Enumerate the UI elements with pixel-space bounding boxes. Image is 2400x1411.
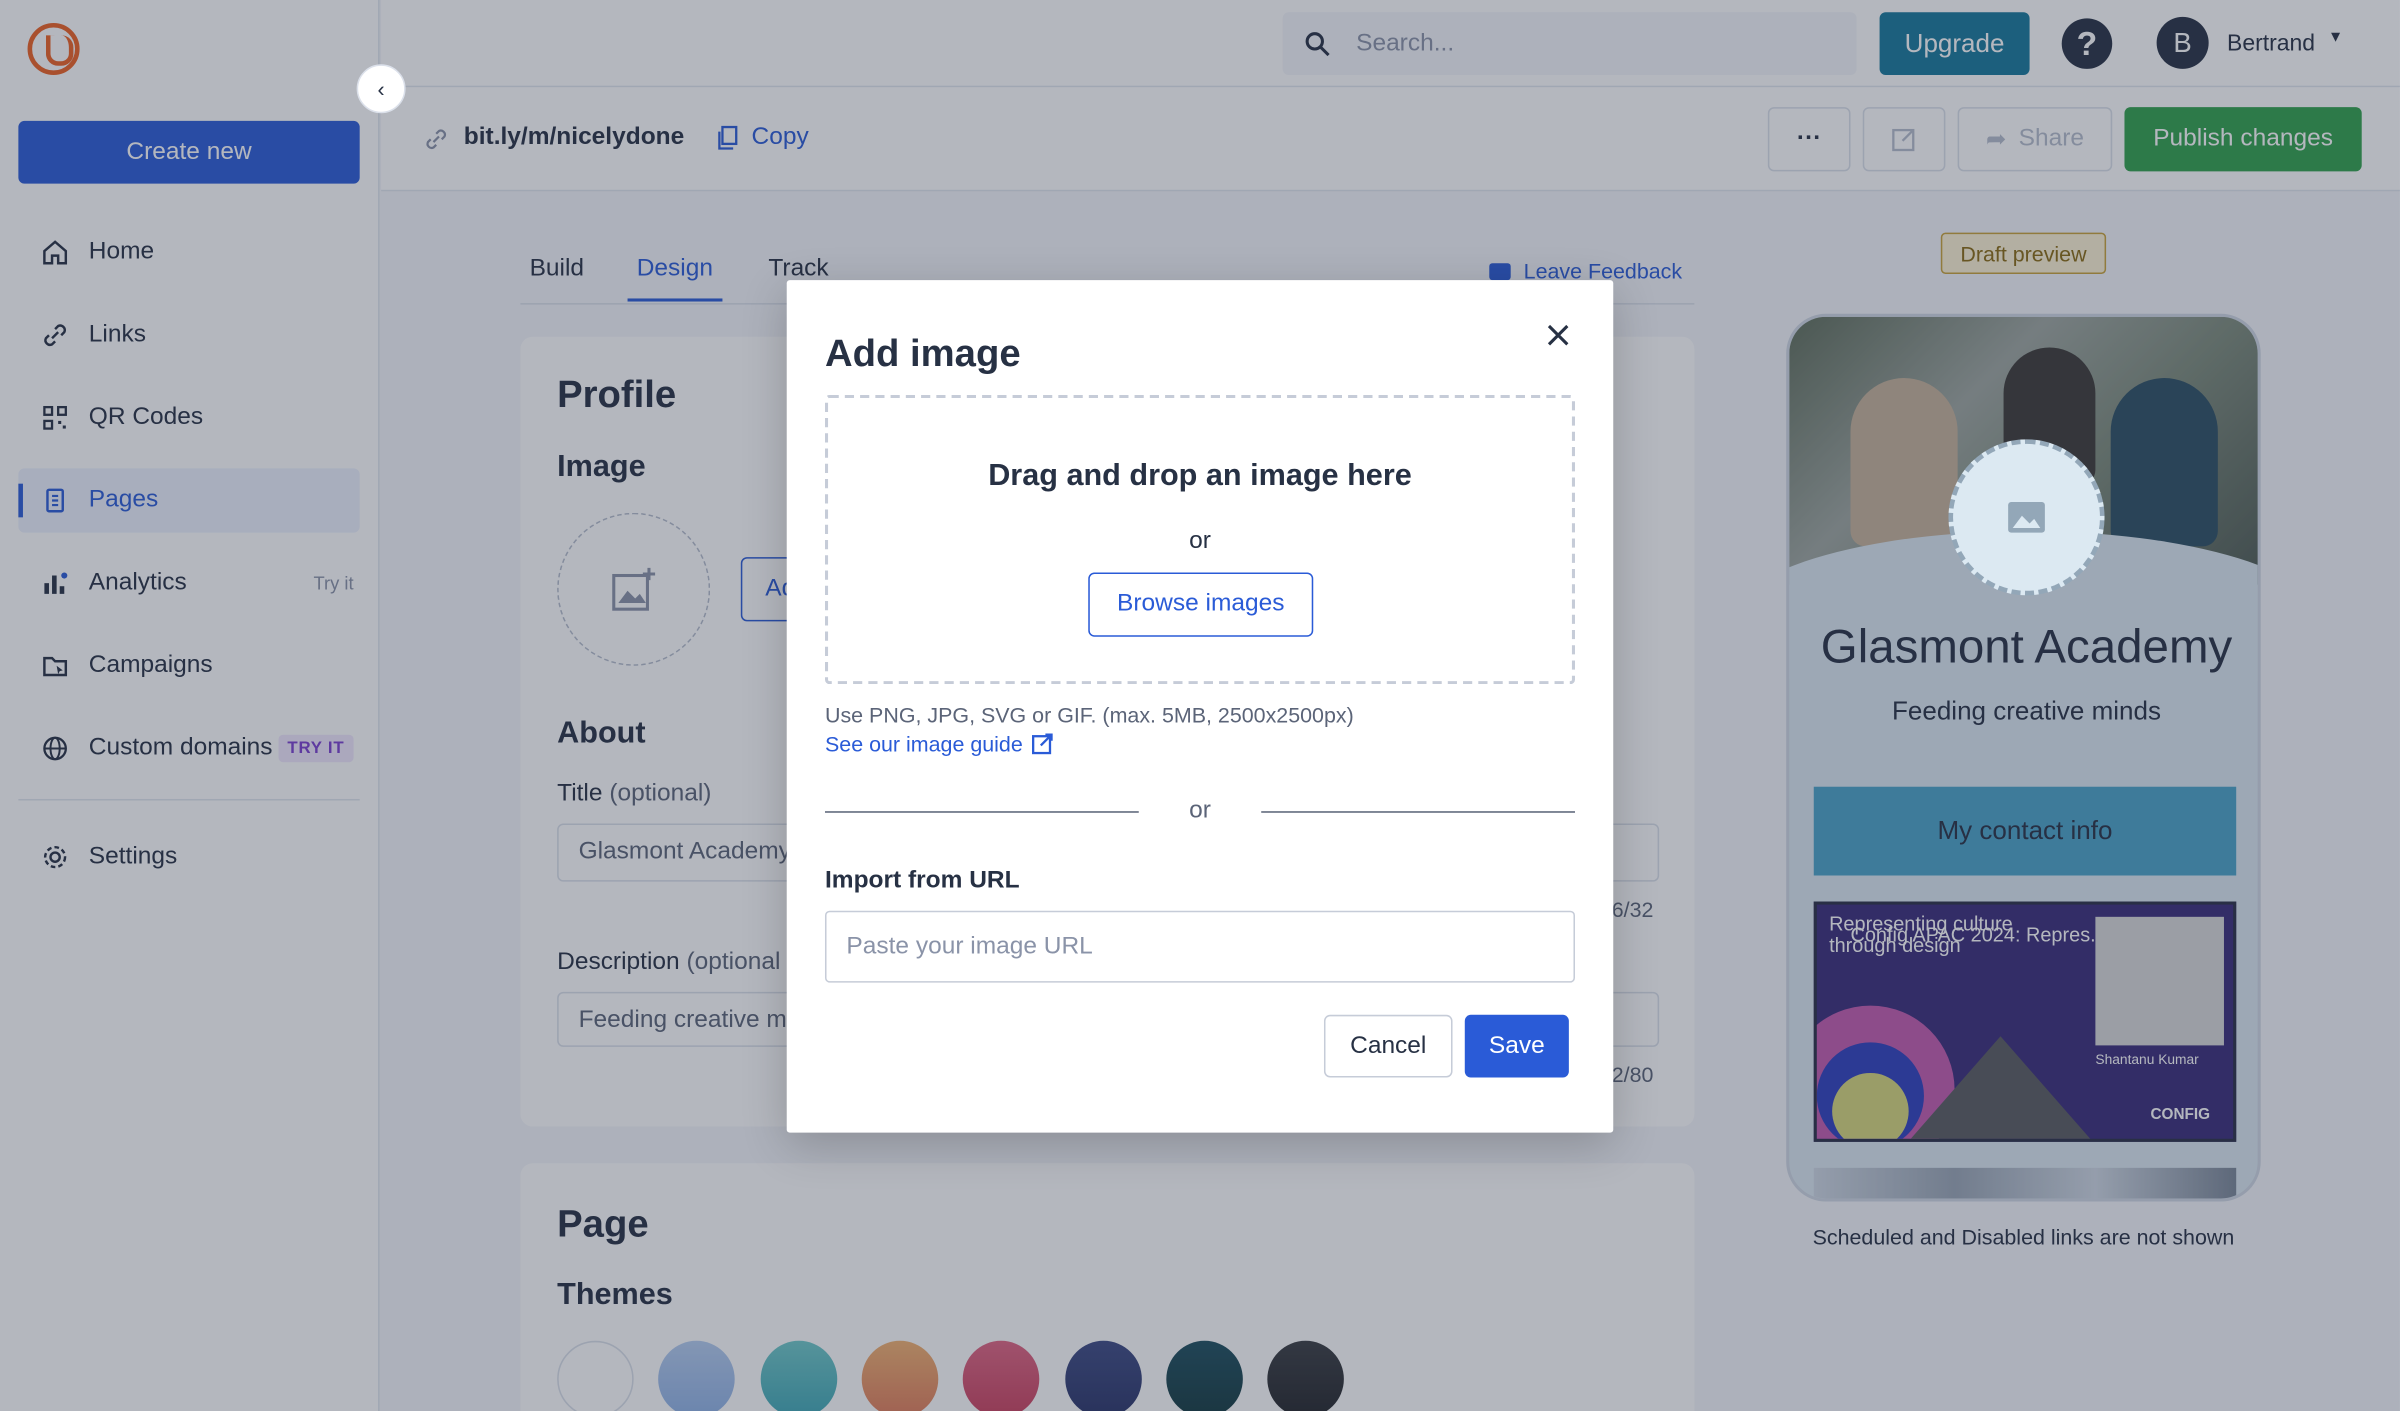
close-icon[interactable] xyxy=(1540,317,1577,354)
cancel-button[interactable]: Cancel xyxy=(1323,1014,1453,1078)
file-requirements-hint: Use PNG, JPG, SVG or GIF. (max. 5MB, 250… xyxy=(824,702,1354,728)
dropzone-or: or xyxy=(1189,528,1211,555)
image-icon xyxy=(2008,502,2045,533)
image-guide-link[interactable]: See our image guide xyxy=(825,732,1053,756)
preview-avatar-placeholder xyxy=(1948,439,2105,596)
import-url-label: Import from URL xyxy=(824,867,1020,894)
add-image-dialog: Add image Drag and drop an image here or… xyxy=(786,280,1614,1133)
app-window: Create new Home Links QR Codes Pages Ana… xyxy=(0,0,2400,1411)
collapse-sidebar-button[interactable]: ‹ xyxy=(356,64,406,114)
image-guide-label: See our image guide xyxy=(824,731,1023,757)
image-dropzone[interactable]: Drag and drop an image here or Browse im… xyxy=(824,394,1575,685)
chevron-left-icon: ‹ xyxy=(377,76,385,102)
save-button[interactable]: Save xyxy=(1464,1014,1569,1078)
external-link-icon xyxy=(1032,733,1053,755)
image-url-input[interactable] xyxy=(824,910,1575,983)
dialog-title: Add image xyxy=(824,332,1021,375)
browse-images-button[interactable]: Browse images xyxy=(1088,572,1314,637)
dropzone-title: Drag and drop an image here xyxy=(988,459,1412,493)
divider-line xyxy=(1261,811,1575,813)
